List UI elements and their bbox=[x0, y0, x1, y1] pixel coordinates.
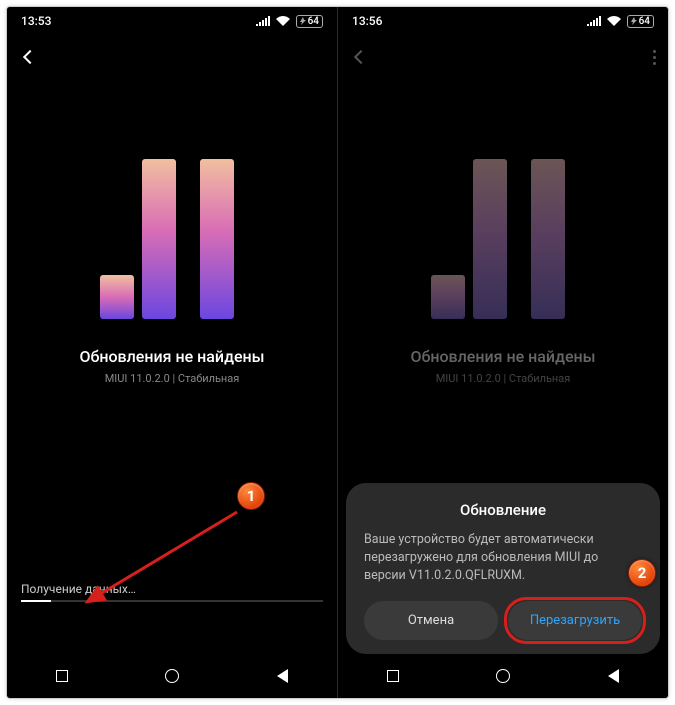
battery-badge: 64 bbox=[296, 15, 323, 28]
miui11-logo bbox=[413, 149, 593, 319]
nav-home-button[interactable] bbox=[165, 669, 179, 683]
wifi-icon bbox=[607, 16, 621, 26]
status-bar: 13:56 64 bbox=[338, 7, 668, 35]
loading-text: Получение данных… bbox=[21, 582, 323, 596]
update-status-subtitle: MIUI 11.0.2.0 | Стабильная bbox=[105, 372, 240, 385]
header-bar bbox=[338, 35, 668, 79]
battery-badge: 64 bbox=[627, 15, 654, 28]
update-status-title: Обновления не найдены bbox=[410, 347, 595, 366]
dialog-message: Ваше устройство будет автоматически пере… bbox=[364, 531, 642, 585]
update-dialog: Обновление Ваше устройство будет автомат… bbox=[346, 483, 660, 654]
signal-icon bbox=[587, 16, 601, 26]
status-bar: 13:53 64 bbox=[7, 7, 337, 35]
nav-home-button[interactable] bbox=[496, 669, 510, 683]
callout-badge-1: 1 bbox=[237, 482, 265, 510]
right-phone: 13:56 64 Обновле bbox=[338, 7, 668, 698]
update-status-title: Обновления не найдены bbox=[79, 347, 264, 366]
square-icon bbox=[56, 670, 68, 682]
triangle-icon bbox=[277, 669, 288, 683]
square-icon bbox=[387, 670, 399, 682]
android-navbar bbox=[338, 654, 668, 698]
back-button[interactable] bbox=[19, 46, 41, 68]
confirm-reboot-button[interactable]: Перезагрузить bbox=[508, 601, 642, 640]
chevron-left-icon bbox=[354, 50, 368, 64]
cancel-button[interactable]: Отмена bbox=[364, 601, 498, 640]
miui11-logo bbox=[82, 149, 262, 319]
nav-recent-button[interactable] bbox=[56, 670, 68, 682]
header-bar bbox=[7, 35, 337, 79]
android-navbar bbox=[7, 654, 337, 698]
status-time: 13:56 bbox=[352, 14, 382, 28]
callout-badge-2: 2 bbox=[628, 559, 656, 587]
back-button[interactable] bbox=[350, 46, 372, 68]
nav-back-button[interactable] bbox=[608, 669, 619, 683]
dialog-title: Обновление bbox=[364, 501, 642, 519]
circle-icon bbox=[165, 669, 179, 683]
status-time: 13:53 bbox=[21, 14, 51, 28]
more-button[interactable] bbox=[653, 50, 656, 65]
loading-area: Получение данных… bbox=[21, 582, 323, 602]
left-phone: 13:53 64 Обновления не найдены MI bbox=[7, 7, 337, 698]
signal-icon bbox=[256, 16, 270, 26]
chevron-left-icon bbox=[23, 50, 37, 64]
nav-recent-button[interactable] bbox=[387, 670, 399, 682]
update-status-subtitle: MIUI 11.0.2.0 | Стабильная bbox=[436, 372, 571, 385]
circle-icon bbox=[496, 669, 510, 683]
wifi-icon bbox=[276, 16, 290, 26]
triangle-icon bbox=[608, 669, 619, 683]
nav-back-button[interactable] bbox=[277, 669, 288, 683]
progress-bar bbox=[21, 600, 323, 602]
